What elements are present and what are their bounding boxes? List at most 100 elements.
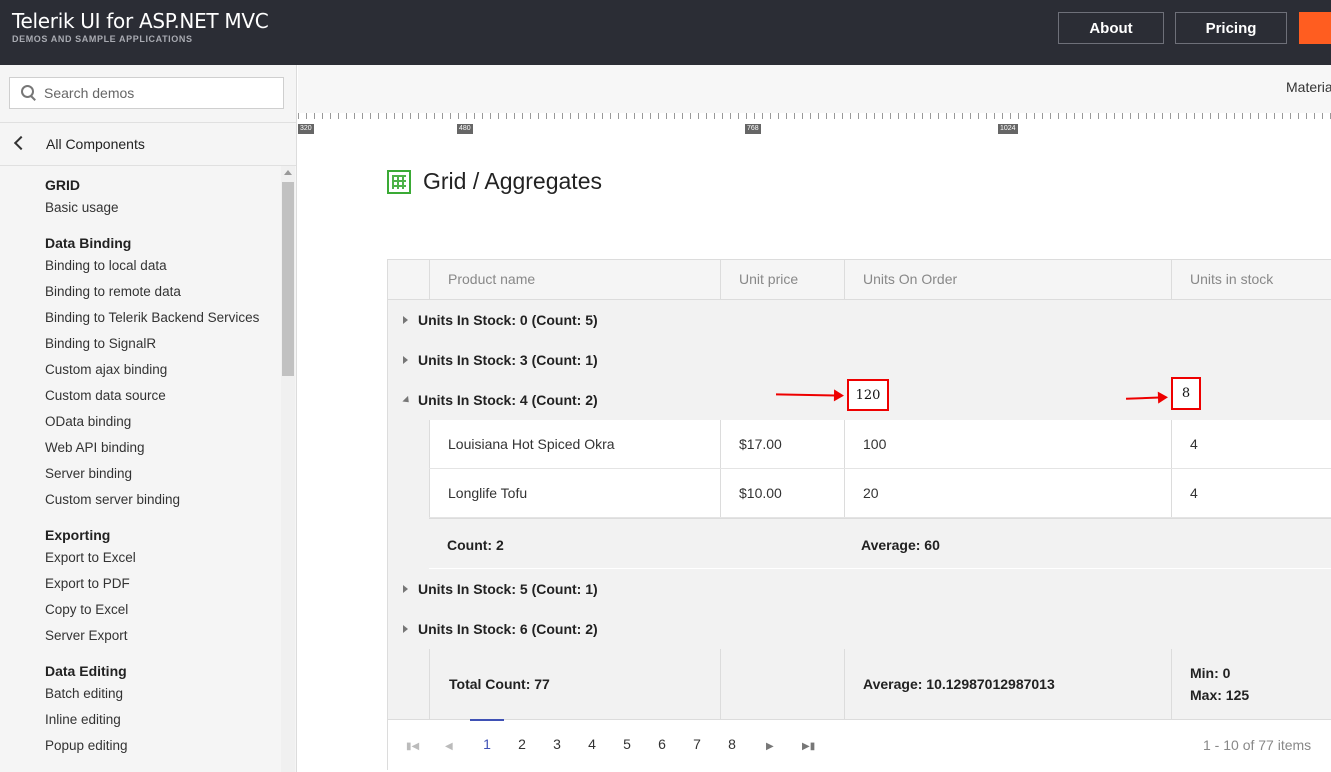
prev-page-icon[interactable]: ◀ bbox=[445, 741, 453, 752]
nav-item[interactable]: Custom server binding bbox=[45, 487, 275, 513]
group-row[interactable]: Units In Stock: 6 (Count: 2) bbox=[388, 609, 1331, 649]
total-count-cell: Total Count: 77 bbox=[429, 649, 720, 719]
page-8-button[interactable]: 8 bbox=[722, 736, 742, 752]
first-page-icon[interactable]: ▮◀ bbox=[406, 741, 419, 752]
group-header-text: Units In Stock: 0 (Count: 5) bbox=[418, 312, 598, 328]
nav-item[interactable]: Web API binding bbox=[45, 435, 275, 461]
annotation-box-units-on-order: 120 bbox=[847, 379, 889, 411]
cell-units-in-stock: 4 bbox=[1171, 469, 1331, 517]
search-input[interactable] bbox=[44, 85, 279, 101]
nav-item[interactable]: Export to PDF bbox=[45, 571, 275, 597]
annotation-box-units-in-stock: 8 bbox=[1171, 377, 1201, 410]
expand-arrow-icon[interactable] bbox=[403, 585, 408, 593]
nav-item[interactable]: Popup editing bbox=[45, 733, 275, 759]
page-title: Grid / Aggregates bbox=[423, 168, 602, 194]
nav-item[interactable]: Server binding bbox=[45, 461, 275, 487]
group-header-text: Units In Stock: 6 (Count: 2) bbox=[418, 621, 598, 637]
nav-item[interactable]: Binding to Telerik Backend Services bbox=[45, 305, 275, 331]
all-components-label: All Components bbox=[46, 136, 145, 152]
group-indent bbox=[388, 420, 429, 569]
collapse-arrow-icon[interactable] bbox=[402, 395, 412, 406]
sidebar: All Components GRID Basic usage Data Bin… bbox=[0, 65, 297, 772]
about-button[interactable]: About bbox=[1058, 12, 1164, 44]
nav-item[interactable]: Copy to Excel bbox=[45, 597, 275, 623]
total-count: Total Count: 77 bbox=[449, 676, 550, 692]
group-footer: Count: 2 Average: 60 bbox=[429, 518, 1331, 568]
grid-pager: ▮◀ ◀ 1 2 3 4 5 6 7 8 ▶ ▶▮ 1 - 10 of 77 i… bbox=[388, 719, 1331, 770]
scrollbar-thumb[interactable] bbox=[282, 182, 294, 376]
column-header-units-in-stock[interactable]: Units in stock bbox=[1171, 260, 1331, 299]
nav-item[interactable]: Binding to remote data bbox=[45, 279, 275, 305]
expand-arrow-icon[interactable] bbox=[403, 625, 408, 633]
group-footer-average: Average: 60 bbox=[861, 537, 940, 553]
group-header-text: Units In Stock: 3 (Count: 1) bbox=[418, 352, 598, 368]
last-page-icon[interactable]: ▶▮ bbox=[802, 741, 815, 752]
group-footer-count: Count: 2 bbox=[447, 537, 504, 553]
ruler-mark[interactable]: 768 bbox=[745, 124, 761, 134]
column-header-unit-price[interactable]: Unit price bbox=[720, 260, 844, 299]
nav-item[interactable]: Export to Excel bbox=[45, 545, 275, 571]
total-min: Min: 0 bbox=[1190, 665, 1231, 681]
scroll-up-icon[interactable] bbox=[284, 170, 292, 175]
cell-units-in-stock: 4 bbox=[1171, 420, 1331, 468]
next-page-icon[interactable]: ▶ bbox=[766, 741, 774, 752]
pricing-button[interactable]: Pricing bbox=[1175, 12, 1287, 44]
theme-selector[interactable]: Materia bbox=[1286, 79, 1331, 95]
nav-item[interactable]: Server Export bbox=[45, 623, 275, 649]
nav-item[interactable]: Custom data source bbox=[45, 383, 275, 409]
nav-item[interactable]: Basic usage bbox=[45, 195, 275, 221]
brand-title[interactable]: Telerik UI for ASP.NET MVC bbox=[12, 9, 269, 33]
ruler-mark[interactable]: 320 bbox=[298, 124, 314, 134]
page-3-button[interactable]: 3 bbox=[547, 736, 567, 752]
page-6-button[interactable]: 6 bbox=[652, 736, 672, 752]
group-header-text: Units In Stock: 5 (Count: 1) bbox=[418, 581, 598, 597]
page-1-button[interactable]: 1 bbox=[477, 736, 497, 752]
nav-group-title: GRID bbox=[45, 177, 80, 193]
column-header-product-name[interactable]: Product name bbox=[429, 260, 720, 299]
nav-group-title: Data Binding bbox=[45, 235, 132, 251]
nav-item[interactable]: Binding to SignalR bbox=[45, 331, 275, 357]
page-7-button[interactable]: 7 bbox=[687, 736, 707, 752]
grid-header: Product name Unit price Units On Order U… bbox=[388, 260, 1331, 300]
group-header-text: Units In Stock: 4 (Count: 2) bbox=[418, 392, 598, 408]
expand-arrow-icon[interactable] bbox=[403, 316, 408, 324]
cta-button[interactable] bbox=[1299, 12, 1331, 44]
grid-total-footer: Total Count: 77 Average: 10.129870129870… bbox=[388, 649, 1331, 719]
viewport-ruler: 320 480 768 1024 bbox=[298, 113, 1331, 135]
grid-icon bbox=[387, 169, 411, 194]
ruler-mark[interactable]: 480 bbox=[457, 124, 473, 134]
search-icon bbox=[10, 78, 44, 108]
group-row[interactable]: Units In Stock: 5 (Count: 1) bbox=[388, 569, 1331, 609]
group-row[interactable]: Units In Stock: 3 (Count: 1) bbox=[388, 340, 1331, 380]
cell-product-name: Louisiana Hot Spiced Okra bbox=[429, 420, 720, 468]
top-header: Telerik UI for ASP.NET MVC DEMOS AND SAM… bbox=[0, 0, 1331, 65]
pager-info: 1 - 10 of 77 items bbox=[1203, 737, 1312, 753]
sidebar-scrollbar[interactable] bbox=[281, 166, 295, 772]
nav-item[interactable]: Inline editing bbox=[45, 707, 275, 733]
table-row[interactable]: Louisiana Hot Spiced Okra $17.00 100 4 bbox=[429, 420, 1331, 469]
cell-units-on-order: 20 bbox=[844, 469, 1171, 517]
cell-product-name: Longlife Tofu bbox=[429, 469, 720, 517]
group-row[interactable]: Units In Stock: 0 (Count: 5) bbox=[388, 300, 1331, 340]
nav-item[interactable]: OData binding bbox=[45, 409, 275, 435]
total-max: Max: 125 bbox=[1190, 687, 1250, 703]
total-minmax-cell: Min: 0 Max: 125 bbox=[1171, 649, 1331, 719]
expand-arrow-icon[interactable] bbox=[403, 356, 408, 364]
cell-unit-price: $17.00 bbox=[720, 420, 844, 468]
page-5-button[interactable]: 5 bbox=[617, 736, 637, 752]
all-components-link[interactable]: All Components bbox=[0, 122, 296, 166]
page-4-button[interactable]: 4 bbox=[582, 736, 602, 752]
page-2-button[interactable]: 2 bbox=[512, 736, 532, 752]
active-page-indicator bbox=[470, 719, 504, 721]
cell-units-on-order: 100 bbox=[844, 420, 1171, 468]
table-row[interactable]: Longlife Tofu $10.00 20 4 bbox=[429, 469, 1331, 518]
nav-item[interactable]: Batch editing bbox=[45, 681, 275, 707]
nav-item[interactable]: Binding to local data bbox=[45, 253, 275, 279]
ruler-mark[interactable]: 1024 bbox=[998, 124, 1018, 134]
search-box[interactable] bbox=[9, 77, 284, 109]
nav-item[interactable]: Custom ajax binding bbox=[45, 357, 275, 383]
nav-group-title: Data Editing bbox=[45, 663, 127, 679]
aggregates-grid: Product name Unit price Units On Order U… bbox=[387, 259, 1331, 770]
column-header-units-on-order[interactable]: Units On Order bbox=[844, 260, 1171, 299]
total-price-cell bbox=[720, 649, 844, 719]
